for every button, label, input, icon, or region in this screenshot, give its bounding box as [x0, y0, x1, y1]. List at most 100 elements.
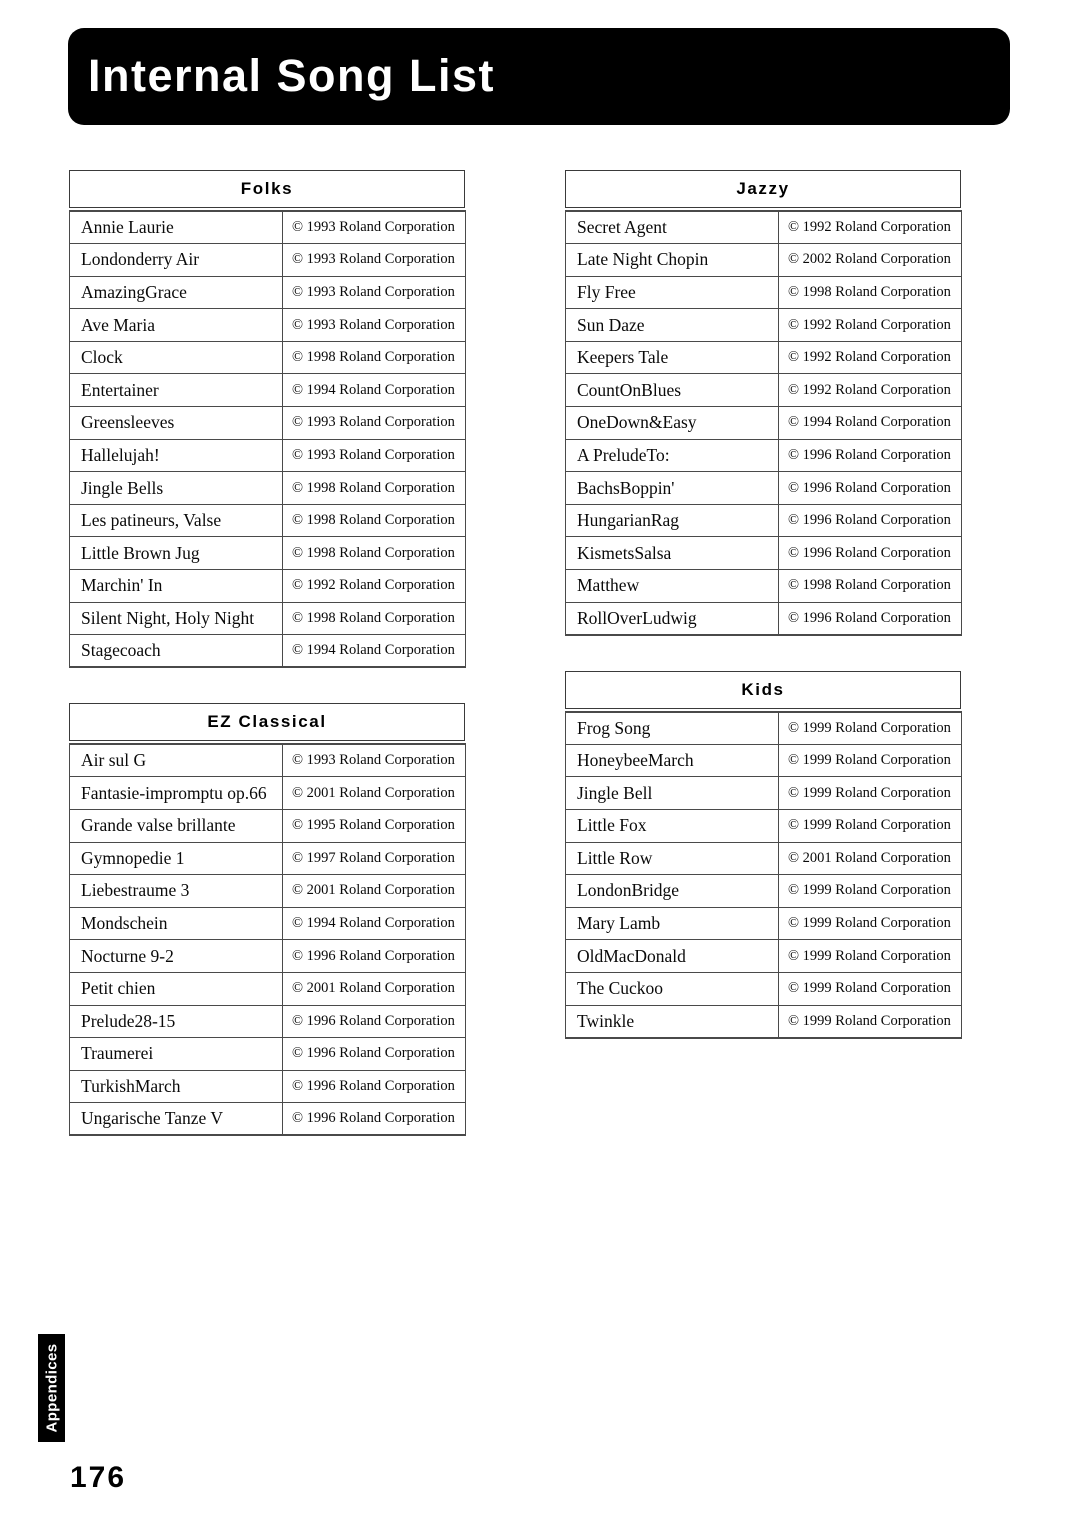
song-copyright-cell: © 1992 Roland Corporation	[282, 569, 466, 603]
song-copyright-cell: © 1999 Roland Corporation	[778, 1004, 962, 1039]
table-row: Late Night Chopin © 2002 Roland Corporati…	[565, 243, 962, 277]
song-title-cell: Les patineurs, Valse	[69, 503, 283, 538]
song-copyright-cell: © 1998 Roland Corporation	[282, 340, 466, 375]
song-title-cell: Little Fox	[565, 809, 779, 843]
category-header-label: Kids	[741, 679, 785, 699]
category-header-label: Jazzy	[736, 179, 790, 198]
appendices-side-tab-label: Appendices	[43, 1343, 60, 1433]
song-title-cell: Air sul G	[69, 743, 283, 778]
song-title-cell: Secret Agent	[565, 210, 779, 245]
table-row: The Cuckoo © 1999 Roland Corporation	[565, 971, 962, 1006]
song-copyright-cell: © 1999 Roland Corporation	[778, 906, 962, 941]
song-copyright-cell: © 1996 Roland Corporation	[778, 438, 962, 473]
song-title-cell: HoneybeeMarch	[565, 743, 779, 778]
song-copyright-cell: © 1996 Roland Corporation	[778, 536, 962, 571]
table-row: Entertainer © 1994 Roland Corporation	[69, 373, 466, 408]
song-title-cell: Nocturne 9-2	[69, 939, 283, 973]
song-title-cell: Annie Laurie	[69, 210, 283, 245]
song-title-cell: Ungarische Tanze V	[69, 1102, 283, 1137]
song-copyright-cell: © 1997 Roland Corporation	[282, 841, 466, 876]
song-copyright-cell: © 2001 Roland Corporation	[282, 971, 466, 1006]
table-row: KismetsSalsa © 1996 Roland Corporation	[565, 536, 962, 571]
table-row: Annie Laurie © 1993 Roland Corporation	[69, 210, 466, 245]
song-title-cell: Marchin' In	[69, 569, 283, 603]
song-copyright-cell: © 1993 Roland Corporation	[282, 243, 466, 277]
song-copyright-cell: © 1998 Roland Corporation	[282, 471, 466, 505]
table-row: Greensleeves © 1993 Roland Corporation	[69, 406, 466, 440]
table-row: Gymnopedie 1 © 1997 Roland Corporation	[69, 841, 466, 876]
song-copyright-cell: © 1996 Roland Corporation	[282, 1037, 466, 1071]
song-copyright-cell: © 1999 Roland Corporation	[778, 710, 962, 745]
table-row: Frog Song © 1999 Roland Corporation	[565, 710, 962, 745]
song-title-cell: RollOverLudwig	[565, 601, 779, 636]
song-copyright-cell: © 1996 Roland Corporation	[282, 1069, 466, 1104]
song-copyright-cell: © 1993 Roland Corporation	[282, 308, 466, 342]
song-title-cell: Stagecoach	[69, 634, 283, 669]
song-table: Annie Laurie © 1993 Roland Corporation Lon…	[69, 210, 466, 669]
category-header: Folks	[69, 170, 465, 208]
song-title-cell: KismetsSalsa	[565, 536, 779, 571]
table-row: Mary Lamb © 1999 Roland Corporation	[565, 906, 962, 941]
left-column: Folks Annie Laurie © 1993 Roland Corporati…	[69, 170, 466, 1171]
table-row: HungarianRag © 1996 Roland Corporation	[565, 503, 962, 538]
category-header: EZ Classical	[69, 703, 465, 742]
table-row: Matthew © 1998 Roland Corporation	[565, 569, 962, 603]
song-copyright-cell: © 1998 Roland Corporation	[778, 569, 962, 603]
song-title-cell: Prelude28-15	[69, 1004, 283, 1039]
song-title-cell: OneDown&Easy	[565, 406, 779, 440]
table-row: Keepers Tale © 1992 Roland Corporation	[565, 340, 962, 375]
song-category: EZ Classical Air sul G © 1993 Roland Corpo…	[69, 703, 466, 1137]
song-table: Air sul G © 1993 Roland Corporation Fantas…	[69, 743, 466, 1137]
table-row: Marchin' In © 1992 Roland Corporation	[69, 569, 466, 603]
song-title-cell: Petit chien	[69, 971, 283, 1006]
song-title-cell: Frog Song	[565, 710, 779, 745]
song-copyright-cell: © 1992 Roland Corporation	[778, 340, 962, 375]
song-copyright-cell: © 1999 Roland Corporation	[778, 809, 962, 843]
song-title-cell: Little Brown Jug	[69, 536, 283, 571]
song-title-cell: Grande valse brillante	[69, 809, 283, 843]
song-copyright-cell: © 1996 Roland Corporation	[778, 601, 962, 636]
song-copyright-cell: © 1998 Roland Corporation	[282, 601, 466, 636]
song-category: Kids Frog Song © 1999 Roland Corporation Ho…	[565, 670, 962, 1039]
song-copyright-cell: © 1998 Roland Corporation	[282, 503, 466, 538]
category-header-label: Folks	[240, 179, 294, 198]
song-copyright-cell: © 1996 Roland Corporation	[282, 1004, 466, 1039]
song-copyright-cell: © 1994 Roland Corporation	[778, 406, 962, 440]
table-row: Ave Maria © 1993 Roland Corporation	[69, 308, 466, 342]
table-row: BachsBoppin' © 1996 Roland Corporation	[565, 471, 962, 505]
song-copyright-cell: © 1999 Roland Corporation	[778, 874, 962, 908]
table-row: Traumerei © 1996 Roland Corporation	[69, 1037, 466, 1071]
table-row: OldMacDonald © 1999 Roland Corporation	[565, 939, 962, 973]
song-copyright-cell: © 2001 Roland Corporation	[778, 841, 962, 876]
song-copyright-cell: © 2001 Roland Corporation	[282, 776, 466, 810]
table-row: Jingle Bells © 1998 Roland Corporation	[69, 471, 466, 505]
table-row: Silent Night, Holy Night © 1998 Roland Co…	[69, 601, 466, 636]
song-title-cell: A PreludeTo:	[565, 438, 779, 473]
song-copyright-cell: © 1998 Roland Corporation	[778, 275, 962, 310]
table-row: Little Fox © 1999 Roland Corporation	[565, 809, 962, 843]
song-category: Folks Annie Laurie © 1993 Roland Corporati…	[69, 170, 466, 669]
table-row: Air sul G © 1993 Roland Corporation	[69, 743, 466, 778]
page-title: Internal Song List	[88, 49, 496, 101]
table-row: Liebestraume 3 © 2001 Roland Corporation	[69, 874, 466, 908]
song-title-cell: Clock	[69, 340, 283, 375]
song-title-cell: OldMacDonald	[565, 939, 779, 973]
song-title-cell: BachsBoppin'	[565, 471, 779, 505]
page-number: 176	[70, 1461, 127, 1494]
song-title-cell: Fantasie-impromptu op.66	[69, 776, 283, 810]
song-title-cell: Little Row	[565, 841, 779, 876]
song-copyright-cell: © 2002 Roland Corporation	[778, 243, 962, 277]
song-copyright-cell: © 1993 Roland Corporation	[282, 438, 466, 473]
table-row: HoneybeeMarch © 1999 Roland Corporation	[565, 743, 962, 778]
song-title-cell: Gymnopedie 1	[69, 841, 283, 876]
song-title-cell: LondonBridge	[565, 874, 779, 908]
song-title-cell: Hallelujah!	[69, 438, 283, 473]
table-row: Stagecoach © 1994 Roland Corporation	[69, 634, 466, 669]
song-copyright-cell: © 1994 Roland Corporation	[282, 906, 466, 941]
table-row: Twinkle © 1999 Roland Corporation	[565, 1004, 962, 1039]
table-row: Little Row © 2001 Roland Corporation	[565, 841, 962, 876]
song-title-cell: Matthew	[565, 569, 779, 603]
song-title-cell: Silent Night, Holy Night	[69, 601, 283, 636]
table-row: A PreludeTo: © 1996 Roland Corporation	[565, 438, 962, 473]
table-row: Sun Daze © 1992 Roland Corporation	[565, 308, 962, 342]
